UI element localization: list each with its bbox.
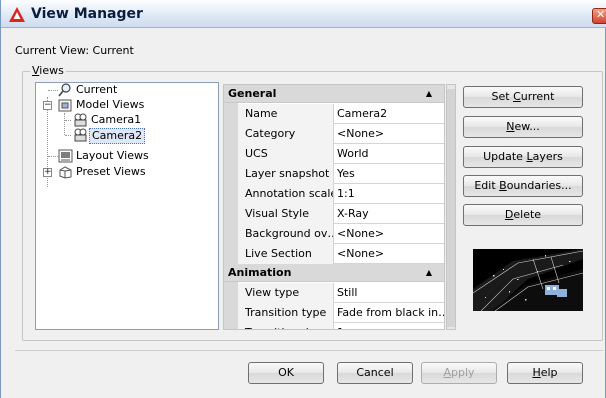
tree-item-label: Preset Views bbox=[76, 165, 146, 178]
set-current-button[interactable]: Set Current bbox=[463, 86, 583, 108]
edit-boundaries-button[interactable]: Edit Boundaries... bbox=[463, 175, 583, 197]
magnifier-icon bbox=[58, 83, 71, 97]
views-legend: Views bbox=[30, 64, 66, 77]
collapse-arrow-icon[interactable]: ▲ bbox=[426, 85, 432, 103]
cancel-button[interactable]: Cancel bbox=[337, 362, 413, 384]
expand-icon[interactable]: + bbox=[43, 168, 52, 177]
properties-grid[interactable]: General ▲ Name Camera2 Category <None> UCS… bbox=[223, 84, 445, 330]
tree-item-label: Layout Views bbox=[76, 149, 149, 162]
properties-scrollbar[interactable] bbox=[446, 84, 456, 330]
property-row[interactable]: Transition dura…1 bbox=[238, 323, 444, 329]
property-row[interactable]: Category <None> bbox=[238, 124, 444, 144]
apply-button[interactable]: Apply bbox=[421, 362, 497, 384]
views-tree[interactable]: Current − Model Views Camera1 Camera2 La… bbox=[35, 82, 219, 330]
preset-views-icon bbox=[59, 166, 72, 179]
camera-icon bbox=[74, 128, 87, 142]
footer-separator bbox=[15, 350, 603, 351]
section-general[interactable]: General ▲ bbox=[224, 85, 444, 103]
property-row[interactable]: Annotation scale 1:1 bbox=[238, 184, 444, 204]
view-manager-window: View Manager Current View: Current Views… bbox=[0, 0, 606, 398]
model-views-icon bbox=[58, 99, 72, 112]
collapse-icon[interactable]: − bbox=[43, 101, 52, 110]
property-row[interactable]: Live Section <None> bbox=[238, 244, 444, 264]
delete-button[interactable]: Delete bbox=[463, 204, 583, 226]
section-animation[interactable]: Animation ▲ bbox=[224, 264, 444, 282]
current-view-label: Current View: Current bbox=[15, 44, 134, 57]
camera-icon bbox=[74, 113, 87, 127]
tree-item-label: Camera1 bbox=[91, 113, 142, 126]
close-button[interactable] bbox=[592, 8, 606, 24]
property-row[interactable]: Layer snapshot Yes bbox=[238, 164, 444, 184]
update-layers-button[interactable]: Update Layers bbox=[463, 146, 583, 168]
ok-button[interactable]: OK bbox=[248, 362, 324, 384]
property-row[interactable]: Transition type Fade from black in… bbox=[238, 303, 444, 323]
autocad-logo-icon bbox=[9, 7, 25, 22]
tree-item-label: Model Views bbox=[76, 98, 145, 111]
property-row[interactable]: View type Still bbox=[238, 283, 444, 303]
title-bar[interactable]: View Manager bbox=[1, 0, 606, 28]
property-row[interactable]: Background ov… <None> bbox=[238, 224, 444, 244]
view-preview-image bbox=[473, 249, 583, 311]
collapse-arrow-icon[interactable]: ▲ bbox=[426, 264, 432, 282]
tree-item-label: Camera2 bbox=[89, 128, 146, 144]
layout-views-icon bbox=[58, 149, 73, 163]
new-button[interactable]: New... bbox=[463, 116, 583, 138]
tree-item-label: Current bbox=[76, 83, 118, 96]
help-button[interactable]: Help bbox=[507, 362, 583, 384]
property-row[interactable]: UCS World bbox=[238, 144, 444, 164]
scrollbar-thumb[interactable] bbox=[447, 89, 455, 327]
window-title: View Manager bbox=[31, 6, 143, 22]
property-row[interactable]: Name Camera2 bbox=[238, 104, 444, 124]
property-row[interactable]: Visual Style X-Ray bbox=[238, 204, 444, 224]
